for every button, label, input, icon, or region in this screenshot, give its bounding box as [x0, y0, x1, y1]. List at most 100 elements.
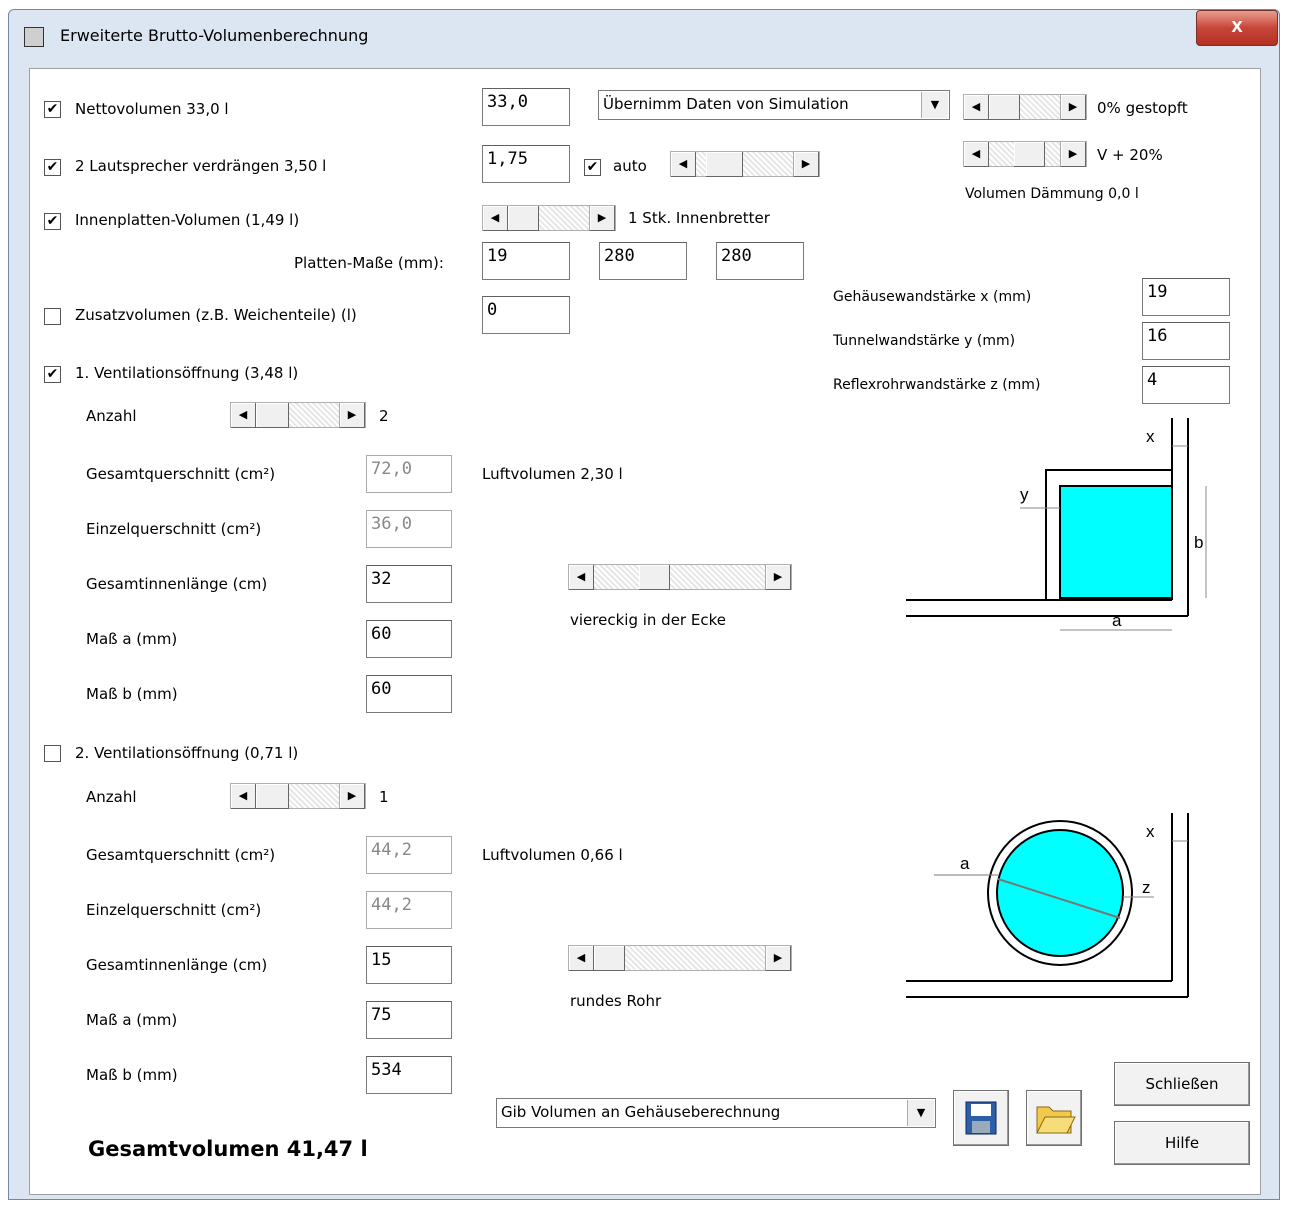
chevron-down-icon[interactable]: ▼ [921, 92, 948, 118]
simulation-dropdown[interactable]: Übernimm Daten von Simulation ▼ [598, 90, 950, 120]
diagram-label-b: b [1194, 533, 1203, 552]
vent2-luftvolumen: Luftvolumen 0,66 l [482, 846, 623, 864]
scroll-left-icon[interactable]: ◀ [964, 95, 989, 120]
chevron-down-icon[interactable]: ▼ [907, 1100, 934, 1126]
stuffing-label: 0% gestopft [1097, 99, 1188, 117]
vent2-mass-a-input[interactable]: 75 [366, 1001, 452, 1039]
round-port-diagram: a z x [906, 813, 1212, 1033]
scroll-right-icon[interactable]: ▶ [765, 565, 791, 590]
scroll-left-icon[interactable]: ◀ [671, 152, 696, 177]
scroll-thumb[interactable] [594, 946, 625, 971]
nettovolumen-checkbox[interactable]: ✔ [44, 101, 61, 118]
vent1-gesamtinnenlaenge-input[interactable]: 32 [366, 565, 452, 603]
volume-factor-scrollbar[interactable]: ◀ ▶ [963, 141, 1087, 167]
vent1-checkbox[interactable]: ✔ [44, 366, 61, 383]
platten-width-input[interactable]: 280 [599, 242, 687, 280]
vent2-gesamtquerschnitt-label: Gesamtquerschnitt (cm²) [86, 846, 276, 864]
vent2-gesamtinnenlaenge-input[interactable]: 15 [366, 946, 452, 984]
lautsprecher-checkbox[interactable]: ✔ [44, 159, 61, 176]
vent1-luftvolumen: Luftvolumen 2,30 l [482, 465, 623, 483]
scroll-left-icon[interactable]: ◀ [964, 142, 989, 167]
scroll-right-icon[interactable]: ▶ [339, 784, 365, 809]
scroll-right-icon[interactable]: ▶ [1060, 95, 1086, 120]
stuffing-scrollbar[interactable]: ◀ ▶ [963, 94, 1087, 120]
lautsprecher-input[interactable]: 1,75 [482, 145, 570, 183]
scroll-left-icon[interactable]: ◀ [231, 403, 256, 428]
scroll-right-icon[interactable]: ▶ [793, 152, 819, 177]
vent1-mass-b-input[interactable]: 60 [366, 675, 452, 713]
scroll-right-icon[interactable]: ▶ [589, 206, 615, 231]
vent2-shape-scrollbar[interactable]: ◀ ▶ [568, 945, 792, 971]
vent2-label: 2. Ventilationsöffnung (0,71 l) [75, 744, 299, 762]
platten-height-input[interactable]: 280 [716, 242, 804, 280]
diagram-label-y: y [1020, 485, 1029, 504]
vent1-anzahl-scrollbar[interactable]: ◀ ▶ [230, 402, 366, 428]
vent2-mass-a-label: Maß a (mm) [86, 1011, 178, 1029]
platten-thickness-input[interactable]: 19 [482, 242, 570, 280]
auto-checkbox[interactable]: ✔ [584, 159, 601, 176]
vent1-anzahl-label: Anzahl [86, 407, 137, 425]
vent1-mass-a-input[interactable]: 60 [366, 620, 452, 658]
lautsprecher-scrollbar[interactable]: ◀ ▶ [670, 151, 820, 177]
wall-z-label: Reflexrohrwandstärke z (mm) [833, 377, 1041, 393]
vent2-anzahl-scrollbar[interactable]: ◀ ▶ [230, 783, 366, 809]
auto-label: auto [613, 157, 647, 175]
zusatzvolumen-checkbox[interactable] [44, 308, 61, 325]
vent2-checkbox[interactable] [44, 745, 61, 762]
scroll-right-icon[interactable]: ▶ [1060, 142, 1086, 167]
vent2-gesamtinnenlaenge-label: Gesamtinnenlänge (cm) [86, 956, 268, 974]
save-button[interactable] [953, 1090, 1009, 1146]
wall-z-input[interactable]: 4 [1142, 366, 1230, 404]
scroll-thumb[interactable] [1014, 142, 1045, 167]
innenplatten-label: Innenplatten-Volumen (1,49 l) [75, 211, 300, 229]
scroll-left-icon[interactable]: ◀ [231, 784, 256, 809]
scroll-right-icon[interactable]: ▶ [765, 946, 791, 971]
close-window-button[interactable]: X [1196, 10, 1278, 46]
scroll-left-icon[interactable]: ◀ [569, 565, 594, 590]
scroll-thumb[interactable] [639, 565, 670, 590]
diagram-label-x: x [1146, 427, 1155, 446]
nettovolumen-label: Nettovolumen 33,0 l [75, 100, 229, 118]
scroll-thumb[interactable] [508, 206, 539, 231]
zusatzvolumen-input[interactable]: 0 [482, 296, 570, 334]
zusatzvolumen-label: Zusatzvolumen (z.B. Weichenteile) (l) [75, 306, 357, 324]
wall-x-input[interactable]: 19 [1142, 278, 1230, 316]
open-button[interactable] [1026, 1090, 1082, 1146]
volume-factor-label: V + 20% [1097, 146, 1163, 164]
platten-masse-label: Platten-Maße (mm): [294, 254, 444, 272]
diagram-label-a: a [960, 854, 970, 873]
scroll-thumb[interactable] [256, 784, 289, 809]
open-folder-icon [1036, 1106, 1076, 1134]
vent1-einzelquerschnitt-input: 36,0 [366, 510, 452, 548]
help-button[interactable]: Hilfe [1114, 1121, 1250, 1165]
close-button[interactable]: Schließen [1114, 1062, 1250, 1106]
app-icon [24, 27, 44, 47]
vent1-einzelquerschnitt-label: Einzelquerschnitt (cm²) [86, 520, 262, 538]
innenplatten-checkbox[interactable]: ✔ [44, 213, 61, 230]
vent1-gesamtquerschnitt-label: Gesamtquerschnitt (cm²) [86, 465, 276, 483]
nettovolumen-input[interactable]: 33,0 [482, 88, 570, 126]
scroll-right-icon[interactable]: ▶ [339, 403, 365, 428]
scroll-thumb[interactable] [256, 403, 289, 428]
floppy-disk-icon [965, 1101, 997, 1135]
output-target-dropdown[interactable]: Gib Volumen an Gehäuseberechnung ▼ [496, 1098, 936, 1128]
vent2-anzahl-value: 1 [379, 788, 389, 806]
simulation-dropdown-value: Übernimm Daten von Simulation [603, 95, 849, 113]
vent2-anzahl-label: Anzahl [86, 788, 137, 806]
scroll-thumb[interactable] [989, 95, 1020, 120]
diagram-label-z: z [1142, 878, 1151, 897]
scroll-left-icon[interactable]: ◀ [569, 946, 594, 971]
vent1-shape-scrollbar[interactable]: ◀ ▶ [568, 564, 792, 590]
scroll-thumb[interactable] [706, 152, 743, 177]
vent1-gesamtinnenlaenge-label: Gesamtinnenlänge (cm) [86, 575, 268, 593]
scroll-left-icon[interactable]: ◀ [483, 206, 508, 231]
vent1-label: 1. Ventilationsöffnung (3,48 l) [75, 364, 299, 382]
vent2-gesamtquerschnitt-input: 44,2 [366, 836, 452, 874]
vent1-shape-label: viereckig in der Ecke [570, 611, 726, 629]
vent2-einzelquerschnitt-input: 44,2 [366, 891, 452, 929]
window-title: Erweiterte Brutto-Volumenberechnung [60, 26, 369, 45]
square-port-diagram: x y b a [906, 418, 1212, 638]
innenbretter-scrollbar[interactable]: ◀ ▶ [482, 205, 616, 231]
vent2-mass-b-input[interactable]: 534 [366, 1056, 452, 1094]
wall-y-input[interactable]: 16 [1142, 322, 1230, 360]
